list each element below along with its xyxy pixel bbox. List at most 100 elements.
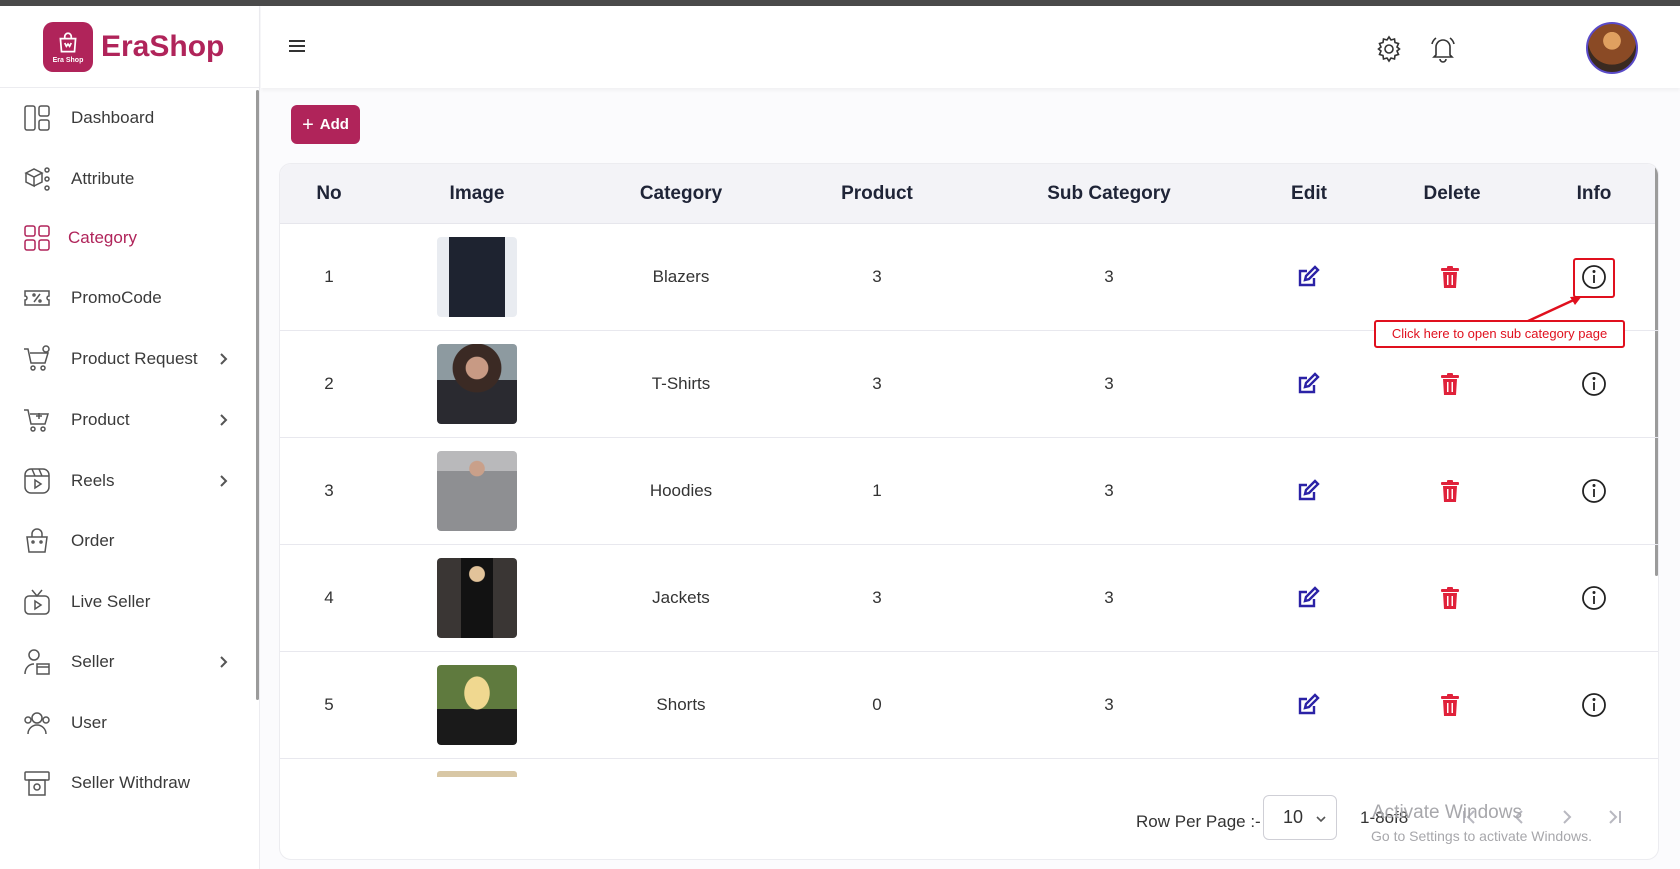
sidebar-item-order[interactable]: Order (0, 521, 252, 561)
brand[interactable]: Era Shop EraShop (0, 6, 259, 88)
edit-icon[interactable] (1295, 371, 1321, 397)
cell-sub-category: 3 (1104, 481, 1114, 500)
windows-watermark-title: Activate Windows (1372, 802, 1522, 823)
rows-per-page-value: 10 (1283, 807, 1304, 827)
column-header-sub-category[interactable]: Sub Category (1047, 164, 1171, 224)
category-image-hoodies (437, 451, 517, 531)
table-row: 1 Blazers 3 3 (280, 224, 1658, 331)
sidebar-item-seller-withdraw[interactable]: Seller Withdraw (0, 763, 252, 803)
chevron-right-icon (216, 474, 230, 488)
cell-sub-category: 3 (1104, 374, 1114, 393)
cell-sub-category: 3 (1104, 588, 1114, 607)
avatar[interactable] (1586, 22, 1638, 74)
sidebar-item-label: Seller (71, 652, 115, 671)
column-header-no[interactable]: No (316, 164, 341, 224)
notification-bell-icon[interactable] (1428, 34, 1458, 64)
cell-product: 3 (872, 588, 882, 607)
category-image-blazers (437, 237, 517, 317)
rows-per-page-label: Row Per Page :- (1136, 806, 1261, 838)
info-icon[interactable] (1581, 692, 1607, 718)
live-seller-icon (22, 587, 52, 617)
sidebar-item-reels[interactable]: Reels (0, 461, 252, 501)
cell-product: 3 (872, 374, 882, 393)
chevron-right-icon (216, 352, 230, 366)
user-icon (22, 708, 52, 738)
brand-name: EraShop (101, 29, 225, 63)
sidebar: Era Shop EraShop Dashboard Attribute Cat… (0, 6, 260, 869)
delete-trash-icon[interactable] (1437, 371, 1463, 397)
column-header-edit[interactable]: Edit (1291, 164, 1327, 224)
sidebar-item-label: PromoCode (71, 288, 162, 307)
delete-trash-icon[interactable] (1437, 264, 1463, 290)
column-header-delete[interactable]: Delete (1423, 164, 1480, 224)
table-header: No Image Category Product Sub Category E… (280, 164, 1658, 224)
next-page-icon[interactable] (1558, 808, 1578, 828)
delete-trash-icon[interactable] (1437, 585, 1463, 611)
column-header-image[interactable]: Image (450, 164, 505, 224)
sidebar-item-product-request[interactable]: Product Request (0, 339, 252, 379)
cell-category: Shorts (656, 695, 706, 714)
cell-category: Hoodies (649, 481, 713, 500)
column-header-category[interactable]: Category (640, 164, 722, 224)
cell-category: Jackets (652, 588, 710, 607)
sidebar-item-seller[interactable]: Seller (0, 642, 252, 682)
sidebar-item-live-seller[interactable]: Live Seller (0, 582, 252, 622)
add-button-label: Add (319, 116, 349, 133)
sidebar-scrollbar[interactable] (256, 90, 259, 700)
cell-sub-category: 3 (1104, 267, 1114, 286)
promocode-icon (22, 283, 52, 313)
annotation-callout: Click here to open sub category page (1374, 320, 1625, 348)
table-row: 4 Jackets 3 3 (280, 545, 1658, 652)
sidebar-item-label: Product (71, 410, 130, 429)
category-table: No Image Category Product Sub Category E… (279, 163, 1659, 860)
category-image-jackets (437, 558, 517, 638)
delete-trash-icon[interactable] (1437, 692, 1463, 718)
plus-icon: + (302, 113, 314, 136)
edit-icon[interactable] (1295, 478, 1321, 504)
shop-bag-logo-icon: Era Shop (43, 21, 93, 72)
sidebar-item-label: Attribute (71, 169, 135, 188)
chevron-right-icon (216, 655, 230, 669)
last-page-icon[interactable] (1606, 808, 1626, 828)
delete-trash-icon[interactable] (1437, 478, 1463, 504)
sidebar-item-label: User (71, 713, 107, 732)
category-image-partial (437, 771, 517, 777)
seller-withdraw-icon (22, 768, 52, 798)
rows-per-page-select[interactable]: 10 (1263, 795, 1337, 840)
cell-category: T-Shirts (651, 374, 711, 393)
edit-icon[interactable] (1295, 585, 1321, 611)
edit-icon[interactable] (1295, 692, 1321, 718)
reels-icon (22, 466, 52, 496)
cell-no: 1 (324, 267, 334, 286)
settings-icon[interactable] (1374, 34, 1404, 64)
info-icon[interactable] (1581, 585, 1607, 611)
info-icon[interactable] (1581, 371, 1607, 397)
sidebar-item-label: Category (68, 228, 137, 247)
column-header-product[interactable]: Product (841, 164, 913, 224)
sidebar-item-promocode[interactable]: PromoCode (0, 278, 252, 318)
table-row: 5 Shorts 0 3 (280, 652, 1658, 759)
order-icon (22, 526, 52, 556)
hamburger-icon[interactable] (287, 36, 307, 56)
sidebar-item-product[interactable]: Product (0, 400, 252, 440)
sidebar-item-user[interactable]: User (0, 703, 252, 743)
cell-no: 3 (324, 481, 334, 500)
info-icon[interactable] (1581, 478, 1607, 504)
chevron-right-icon (216, 413, 230, 427)
table-row: 3 Hoodies 1 3 (280, 438, 1658, 545)
sidebar-item-label: Seller Withdraw (71, 773, 191, 792)
sidebar-item-label: Product Request (71, 349, 198, 368)
cell-sub-category: 3 (1104, 695, 1114, 714)
rows-per-page-text: Row Per Page :- (1136, 812, 1261, 831)
sidebar-item-category[interactable]: Category (0, 218, 252, 258)
sidebar-item-attribute[interactable]: Attribute (0, 159, 252, 199)
edit-icon[interactable] (1295, 264, 1321, 290)
sidebar-item-label: Live Seller (71, 592, 151, 611)
top-header (261, 6, 1680, 88)
cell-no: 5 (324, 695, 334, 714)
sidebar-item-label: Order (71, 531, 115, 550)
column-header-info[interactable]: Info (1577, 164, 1612, 224)
add-button[interactable]: + Add (291, 105, 360, 144)
sidebar-item-dashboard[interactable]: Dashboard (0, 98, 252, 138)
seller-icon (22, 647, 52, 677)
